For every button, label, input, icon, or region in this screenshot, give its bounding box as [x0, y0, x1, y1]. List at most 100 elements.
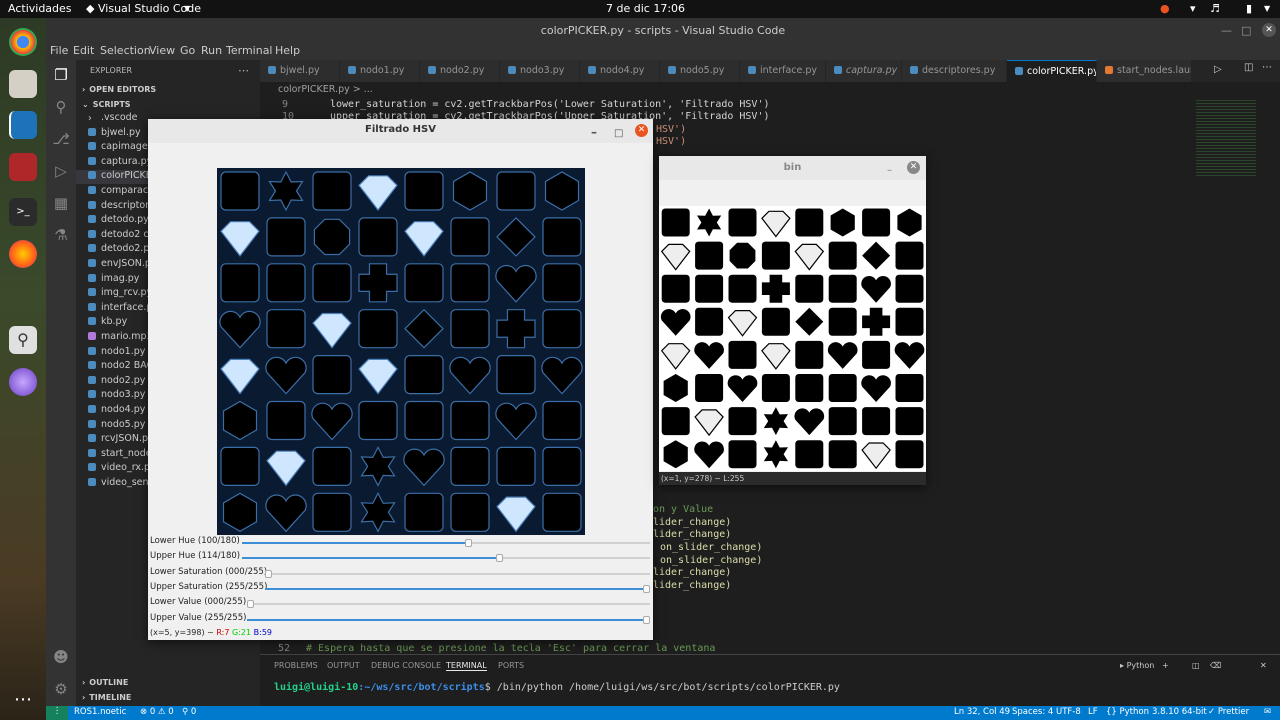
system-menu-chevron-icon[interactable]: ▼ — [1264, 4, 1270, 13]
indentation[interactable]: Spaces: 4 — [1012, 707, 1053, 717]
minimize-icon[interactable]: – — [887, 159, 892, 183]
show-apps-icon[interactable]: ⋯ — [9, 686, 37, 714]
open-editors-section[interactable]: › OPEN EDITORS — [76, 85, 260, 99]
extensions-icon[interactable]: ▦ — [52, 194, 70, 212]
close-icon[interactable]: ✕ — [907, 161, 920, 174]
maximize-icon[interactable]: □ — [1241, 18, 1251, 43]
more-actions-icon[interactable]: ⋯ — [238, 64, 249, 77]
trackbar[interactable] — [247, 615, 650, 624]
terminal-line[interactable]: luigi@luigi-10:~/ws/src/bot/scripts$ /bi… — [274, 682, 840, 693]
close-icon[interactable]: ✕ — [1262, 23, 1276, 37]
menu-edit[interactable]: Edit — [73, 44, 94, 57]
terminal-kind[interactable]: ▸ Python — [1120, 661, 1154, 670]
menu-file[interactable]: File — [50, 44, 68, 57]
account-icon[interactable]: ☻ — [52, 648, 70, 666]
minimap[interactable] — [1196, 98, 1256, 178]
tab-nodo5-py[interactable]: nodo5.py — [660, 60, 740, 82]
app-red-icon[interactable] — [9, 153, 37, 181]
tab-ports[interactable]: PORTS — [498, 661, 524, 670]
menu-help[interactable]: Help — [275, 44, 300, 57]
hsv-filtered-image[interactable] — [217, 168, 585, 535]
trackbar-thumb[interactable] — [495, 554, 503, 563]
close-icon[interactable]: ✕ — [635, 124, 648, 137]
trackbar-thumb[interactable] — [643, 584, 650, 593]
wifi-icon[interactable]: ▾ — [1190, 2, 1196, 15]
files-icon[interactable] — [9, 70, 37, 98]
clock[interactable]: 7 de dic 17:06 — [606, 2, 685, 15]
search-app-icon[interactable]: ⚲ — [9, 326, 37, 354]
trackbar[interactable] — [242, 554, 650, 563]
vscode-icon[interactable] — [9, 111, 37, 139]
eol[interactable]: LF — [1088, 707, 1098, 717]
run-file-icon[interactable]: ▷ — [1214, 64, 1222, 75]
terminal-icon[interactable]: >_ — [9, 198, 37, 226]
outline-section[interactable]: › OUTLINE — [76, 678, 260, 692]
remote-icon[interactable]: ⋮ — [46, 706, 68, 720]
trackbar[interactable] — [265, 584, 650, 593]
tab-start_nodes-launch[interactable]: start_nodes.launch — [1097, 60, 1192, 82]
split-terminal-icon[interactable]: ◫ — [1192, 661, 1200, 670]
activities-button[interactable]: Actividades — [8, 2, 72, 15]
search-icon[interactable]: ⚲ — [52, 98, 70, 116]
tab-debug-console[interactable]: DEBUG CONSOLE — [371, 661, 441, 670]
notifications-icon[interactable]: ✉ — [1264, 707, 1271, 717]
new-terminal-icon[interactable]: + — [1162, 661, 1169, 670]
tab-nodo3-py[interactable]: nodo3.py — [500, 60, 580, 82]
filtrado-hsv-window[interactable]: Filtrado HSV – □ ✕ Lower Hue (100/180) Up… — [148, 119, 653, 640]
interpreter[interactable]: 3.8.10 64-bit — [1152, 707, 1207, 717]
close-panel-icon[interactable]: ✕ — [1260, 661, 1267, 670]
bin-window-titlebar[interactable]: bin – ✕ — [659, 156, 926, 180]
menu-run[interactable]: Run — [201, 44, 222, 57]
bin-window[interactable]: bin – ✕ (x=1, y=278) ~ L:255 — [659, 156, 926, 485]
volume-icon[interactable]: ♬ — [1210, 2, 1220, 15]
app-purple-icon[interactable] — [9, 368, 37, 396]
trackbar-thumb[interactable] — [247, 600, 254, 609]
gear-icon[interactable]: ⚙ — [52, 680, 70, 698]
tab-bjwel-py[interactable]: bjwel.py — [260, 60, 340, 82]
breadcrumb[interactable]: colorPICKER.py > ... — [260, 82, 1280, 98]
tab-terminal[interactable]: TERMINAL — [446, 661, 487, 671]
trackbar[interactable] — [247, 600, 650, 609]
trash-icon[interactable]: ⌫ — [1210, 661, 1221, 670]
minimize-icon[interactable]: – — [591, 121, 597, 143]
problems-status[interactable]: ⊗ 0 ⚠ 0 — [140, 707, 174, 717]
battery-icon[interactable]: ▮ — [1246, 2, 1252, 15]
tab-captura-py[interactable]: captura.py — [826, 60, 902, 82]
menu-terminal[interactable]: Terminal — [226, 44, 273, 57]
ports-status[interactable]: ⚲ 0 — [182, 707, 196, 717]
chrome-icon[interactable] — [9, 28, 37, 56]
tab-descriptores-py[interactable]: descriptores.py — [902, 60, 1007, 82]
tab-nodo4-py[interactable]: nodo4.py — [580, 60, 660, 82]
encoding[interactable]: UTF-8 — [1056, 707, 1081, 717]
menu-view[interactable]: View — [149, 44, 175, 57]
tab-nodo1-py[interactable]: nodo1.py — [340, 60, 420, 82]
testing-icon[interactable]: ⚗ — [52, 226, 70, 244]
editor-more-icon[interactable]: ⋯ — [1262, 62, 1272, 73]
source-control-icon[interactable]: ⎇ — [52, 130, 70, 148]
timeline-section[interactable]: › TIMELINE — [76, 693, 260, 707]
prettier-status[interactable]: ✓ Prettier — [1208, 707, 1249, 717]
tab-nodo2-py[interactable]: nodo2.py — [420, 60, 500, 82]
minimize-icon[interactable]: — — [1221, 18, 1232, 43]
trackbar-thumb[interactable] — [643, 615, 650, 624]
tab-colorpicker-py[interactable]: colorPICKER.py ✕ — [1007, 60, 1097, 82]
trackbar[interactable] — [265, 569, 650, 578]
tab-interface-py[interactable]: interface.py — [740, 60, 826, 82]
trackbar-thumb[interactable] — [265, 569, 272, 578]
menu-selection[interactable]: Selection — [100, 44, 151, 57]
trackbar-thumb[interactable] — [464, 539, 472, 547]
split-editor-icon[interactable]: ◫ — [1244, 62, 1253, 73]
menu-go[interactable]: Go — [180, 44, 195, 57]
language-mode[interactable]: {} Python — [1106, 707, 1149, 717]
hsv-window-titlebar[interactable]: Filtrado HSV – □ ✕ — [148, 119, 653, 143]
binary-mask-image[interactable] — [659, 206, 926, 471]
maximize-icon[interactable]: □ — [614, 123, 623, 145]
cursor-position[interactable]: Ln 32, Col 49 — [954, 707, 1010, 717]
ros-status[interactable]: ROS1.noetic — [74, 707, 126, 717]
tab-output[interactable]: OUTPUT — [327, 661, 360, 670]
trackbar[interactable] — [242, 539, 650, 547]
firefox-icon[interactable] — [9, 240, 37, 268]
run-debug-icon[interactable]: ▷ — [52, 162, 70, 180]
tab-problems[interactable]: PROBLEMS — [274, 661, 318, 670]
explorer-icon[interactable]: ❐ — [52, 66, 70, 84]
